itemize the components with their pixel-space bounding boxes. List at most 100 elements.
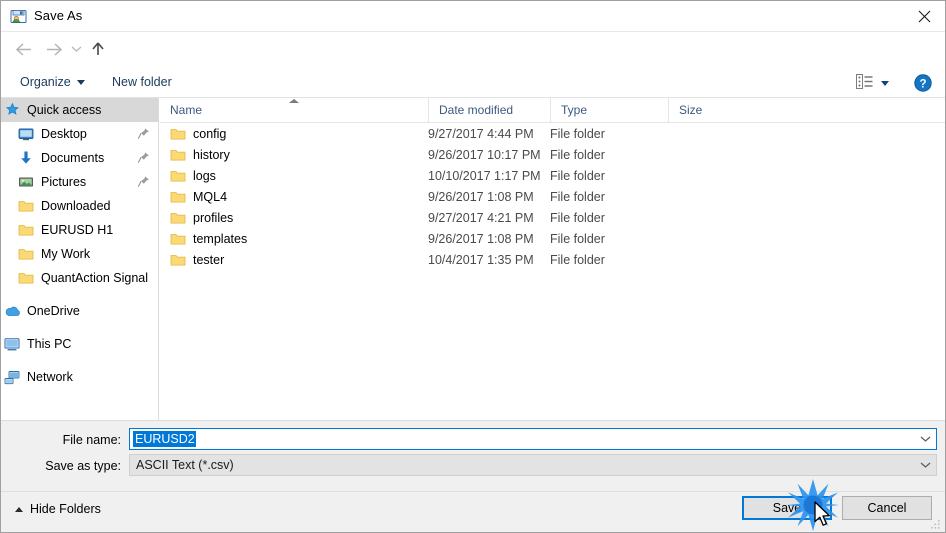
view-layout-icon[interactable] (856, 74, 873, 92)
folder-icon (170, 127, 186, 140)
pin-icon[interactable] (137, 151, 149, 163)
sidebar-item-label: Downloaded (41, 199, 111, 213)
file-name-text: tester (193, 252, 225, 267)
sidebar-item-documents[interactable]: Documents (1, 146, 158, 170)
folder-icon (170, 211, 186, 224)
table-row[interactable]: history 9/26/2017 10:17 PM File folder (160, 144, 945, 165)
new-folder-label: New folder (112, 75, 172, 89)
date-modified-cell: 9/26/2017 10:17 PM (428, 147, 541, 162)
save-button[interactable]: Save (742, 496, 832, 520)
save-as-icon (10, 8, 27, 25)
sidebar-group-separator (1, 356, 158, 365)
file-name-text: config (193, 126, 227, 141)
sidebar-item-my-work[interactable]: My Work (1, 242, 158, 266)
recent-locations-chevron-down-icon[interactable] (67, 36, 85, 62)
sidebar-item-pictures[interactable]: Pictures (1, 170, 158, 194)
file-list: Name Date modified Type Size config 9/27/201… (160, 98, 945, 420)
sidebar-item-desktop[interactable]: Desktop (1, 122, 158, 146)
folder-icon (17, 269, 35, 287)
view-options[interactable] (856, 74, 889, 92)
type-cell: File folder (550, 210, 605, 225)
sidebar-group-separator (1, 323, 158, 332)
onedrive-icon (3, 302, 21, 320)
sidebar-item-label: Quick access (27, 103, 102, 117)
table-row[interactable]: logs 10/10/2017 1:17 PM File folder (160, 165, 945, 186)
file-name-cell: tester (170, 253, 224, 267)
new-folder-button[interactable]: New folder (106, 73, 178, 91)
save-form: File name: EURUSD2 Save as type: ASCII T… (1, 420, 945, 491)
file-name-cell: logs (170, 169, 216, 183)
column-header-name[interactable]: Name (160, 98, 428, 122)
help-icon[interactable]: ? (914, 74, 932, 92)
table-row[interactable]: templates 9/26/2017 1:08 PM File folder (160, 228, 945, 249)
sidebar-item-downloaded[interactable]: Downloaded (1, 194, 158, 218)
cancel-button[interactable]: Cancel (842, 496, 932, 520)
type-cell: File folder (550, 147, 605, 162)
dialog-body: Quick access Desktop Documents Pictures Down… (1, 98, 945, 420)
folder-icon (17, 245, 35, 263)
view-chevron-down-icon[interactable] (881, 80, 889, 86)
desktop-icon (17, 125, 35, 143)
organize-button[interactable]: Organize (14, 73, 91, 91)
table-row[interactable]: MQL4 9/26/2017 1:08 PM File folder (160, 186, 945, 207)
date-modified-cell: 10/4/2017 1:35 PM (428, 252, 534, 267)
file-name-text: history (193, 147, 230, 162)
hide-folders-button[interactable]: Hide Folders (15, 502, 101, 516)
up-arrow-icon[interactable] (85, 36, 111, 62)
title-bar: Save As (1, 1, 945, 32)
save-as-type-chevron-down-icon[interactable] (914, 461, 936, 469)
table-row[interactable]: profiles 9/27/2017 4:21 PM File folder (160, 207, 945, 228)
chevron-down-icon (76, 79, 85, 85)
save-as-type-value: ASCII Text (*.csv) (136, 458, 234, 472)
file-rows: config 9/27/2017 4:44 PM File folder histor… (160, 123, 945, 270)
date-modified-cell: 10/10/2017 1:17 PM (428, 168, 541, 183)
save-as-type-select[interactable]: ASCII Text (*.csv) (129, 454, 937, 476)
save-as-dialog: Save As Organize New folder ? Quick acce… (0, 0, 946, 533)
sidebar-item-network[interactable]: Network (1, 365, 158, 389)
file-name-input[interactable]: EURUSD2 (129, 428, 937, 450)
folder-icon (170, 232, 186, 245)
column-header-label: Date modified (439, 103, 514, 117)
column-header-label: Size (679, 103, 703, 117)
sidebar-item-this-pc[interactable]: This PC (1, 332, 158, 356)
column-header-size[interactable]: Size (668, 98, 753, 122)
star-icon (3, 101, 21, 119)
sidebar-item-quick-access[interactable]: Quick access (1, 98, 158, 122)
resize-grip-icon[interactable] (930, 518, 942, 530)
folder-icon (17, 221, 35, 239)
type-cell: File folder (550, 189, 605, 204)
folder-icon (170, 169, 186, 182)
documents-icon (17, 149, 35, 167)
navigation-sidebar: Quick access Desktop Documents Pictures Down… (1, 98, 159, 420)
sidebar-item-label: Desktop (41, 127, 87, 141)
navigation-bar: « Roaming › MetaQuotes › Terminal › 9155… (1, 32, 945, 92)
sidebar-item-quantaction-signal[interactable]: QuantAction Signal (1, 266, 158, 290)
back-arrow-icon[interactable] (11, 36, 37, 62)
date-modified-cell: 9/26/2017 1:08 PM (428, 189, 534, 204)
sidebar-item-onedrive[interactable]: OneDrive (1, 299, 158, 323)
date-modified-cell: 9/27/2017 4:21 PM (428, 210, 534, 225)
table-row[interactable]: tester 10/4/2017 1:35 PM File folder (160, 249, 945, 270)
sidebar-item-eurusd-h1[interactable]: EURUSD H1 (1, 218, 158, 242)
table-row[interactable]: config 9/27/2017 4:44 PM File folder (160, 123, 945, 144)
forward-arrow-icon[interactable] (41, 36, 67, 62)
sidebar-item-label: OneDrive (27, 304, 80, 318)
organize-label: Organize (20, 75, 71, 89)
column-headers: Name Date modified Type Size (160, 98, 945, 123)
pin-icon[interactable] (137, 127, 149, 139)
sidebar-item-label: QuantAction Signal (41, 271, 149, 285)
file-name-text: profiles (193, 210, 234, 225)
sidebar-item-label: Pictures (41, 175, 87, 189)
pin-icon[interactable] (137, 175, 149, 187)
file-name-cell: profiles (170, 211, 233, 225)
window-title: Save As (34, 8, 83, 23)
column-header-date-modified[interactable]: Date modified (428, 98, 550, 122)
file-name-chevron-down-icon[interactable] (914, 435, 936, 443)
date-modified-cell: 9/27/2017 4:44 PM (428, 126, 534, 141)
file-name-cell: history (170, 148, 230, 162)
file-name-text: MQL4 (193, 189, 228, 204)
file-name-value: EURUSD2 (133, 431, 196, 447)
chevron-up-icon (15, 506, 23, 512)
close-icon[interactable] (901, 1, 945, 31)
column-header-type[interactable]: Type (550, 98, 668, 122)
